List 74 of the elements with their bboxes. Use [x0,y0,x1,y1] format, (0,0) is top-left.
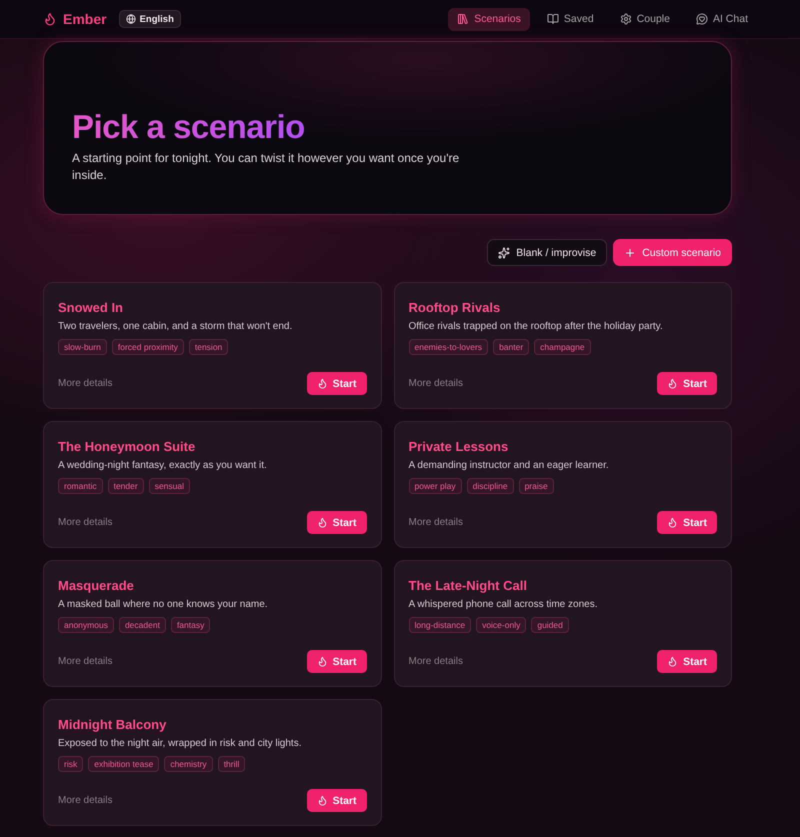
scenario-description: A whispered phone call across time zones. [408,598,598,612]
scenario-tag: guided [531,617,569,633]
scenario-tag: praise [518,478,554,494]
flame-icon [667,656,678,667]
nav-tab[interactable]: AI Chat [686,8,757,30]
flame-icon [316,517,328,528]
scenario-tag: slow-burn [58,339,107,355]
scenario-tag: exhibition tease [88,756,160,772]
scenario-description: Two travelers, one cabin, and a storm that won't end. [58,320,294,334]
scenario-tag: banter [493,339,530,355]
scenario-tag: power play [408,478,462,494]
nav-tab[interactable]: Couple [610,8,679,30]
flame-icon [667,517,678,528]
scenario-description: A wedding-night fantasy, exactly as you want it. [58,459,268,473]
flame-icon [667,378,678,389]
start-button[interactable]: Start [657,650,717,673]
scenario-title: Midnight Balcony [58,716,168,734]
more-details-link[interactable]: More details [408,656,463,667]
scenario-tag: voice-only [476,617,526,633]
scenario-tag: tension [188,339,228,355]
more-details-link[interactable]: More details [58,656,112,667]
more-details-link[interactable]: More details [408,378,463,389]
app-logo-name: Ember [63,11,107,27]
scenario-tag: thrill [218,756,246,772]
scenario-tag: risk [58,756,84,772]
scenario-title: Private Lessons [408,438,510,456]
settings-icon [620,13,632,25]
scenario-tag: tender [108,478,144,494]
scenario-tag: chemistry [164,756,213,772]
scenario-description: Exposed to the night air, wrapped in risk and city lights. [58,737,302,751]
flame-icon [316,795,328,806]
flame-icon [43,12,57,26]
start-button[interactable]: Start [306,789,366,812]
sparkles-icon [498,246,510,258]
nav-tab[interactable]: Scenarios [448,8,530,30]
improvise-button[interactable]: Blank / improvise [487,239,608,266]
scenario-tag: enemies-to-lovers [408,339,488,355]
scenario-title: Masquerade [58,577,135,595]
scenario-tag: anonymous [58,617,114,633]
scenario-tag: long-distance [408,617,472,633]
plus-icon [624,246,636,258]
custom-scenario-button[interactable]: Custom scenario [613,239,732,266]
book-icon [546,13,559,25]
scenario-tag: champagne [534,339,591,355]
start-button[interactable]: Start [306,511,366,534]
scenario-tag: decadent [118,617,166,633]
scenario-tag: fantasy [170,617,210,633]
scenario-tag: discipline [466,478,514,494]
page-subtitle: A starting point for tonight. You can twist it however you want once you're inside. [72,150,460,184]
nav-tab[interactable]: Saved [538,8,603,30]
flame-icon [316,378,328,389]
more-details-link[interactable]: More details [408,517,463,528]
scenario-tag: sensual [148,478,190,494]
more-details-link[interactable]: More details [58,795,112,806]
more-details-link[interactable]: More details [58,517,112,528]
start-button[interactable]: Start [657,511,717,534]
more-details-link[interactable]: More details [58,378,112,389]
scenario-tag: romantic [58,478,103,494]
globe-icon [126,14,136,24]
start-button[interactable]: Start [306,650,366,673]
flame-icon [316,656,328,667]
scenario-title: Snowed In [58,299,124,317]
scenario-tag: forced proximity [112,339,184,355]
scenario-title: The Honeymoon Suite [58,438,196,456]
start-button[interactable]: Start [657,372,717,395]
books-icon [457,13,470,25]
scenario-description: A demanding instructor and an eager learner. [408,459,610,473]
chat-heart-icon [696,13,708,25]
scenario-description: Office rivals trapped on the rooftop after the holiday party. [408,320,664,334]
scenario-title: Rooftop Rivals [408,299,502,317]
start-button[interactable]: Start [306,372,366,395]
scenario-description: A masked ball where no one knows your name. [58,598,269,612]
language-button[interactable]: English [118,10,181,28]
scenario-title: The Late-Night Call [408,577,528,595]
